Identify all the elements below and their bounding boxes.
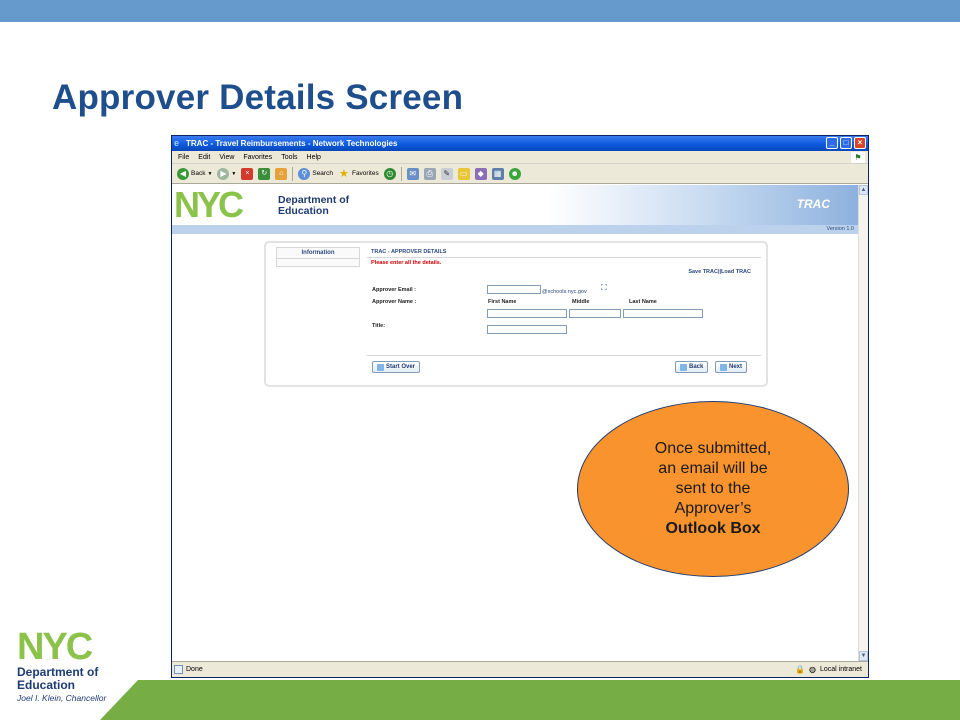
- folder-icon[interactable]: ▭: [457, 167, 470, 180]
- callout-line-3: sent to the: [675, 480, 751, 497]
- last-name-label: Last Name: [629, 299, 657, 305]
- messenger-icon[interactable]: ◆: [474, 167, 487, 180]
- search-button[interactable]: ⚲ Search: [298, 166, 333, 182]
- first-name-label: First Name: [488, 299, 517, 305]
- doe-name: Department of Education: [278, 194, 350, 217]
- mail-icon[interactable]: ✉: [406, 167, 419, 180]
- tab-information[interactable]: Information: [277, 248, 359, 259]
- callout-line-1: Once submitted,: [654, 440, 772, 457]
- status-done: Done: [186, 666, 203, 673]
- vertical-scrollbar[interactable]: ▲ ▼: [858, 185, 868, 661]
- refresh-icon[interactable]: ↻: [258, 167, 271, 180]
- menu-edit[interactable]: Edit: [198, 151, 210, 163]
- home-icon[interactable]: ⌂: [275, 167, 288, 180]
- form-message: Please enter all the details.: [371, 260, 442, 266]
- back-arrow-icon: [680, 363, 687, 371]
- chevron-down-icon: ▼: [231, 170, 237, 177]
- research-icon[interactable]: ▦: [491, 167, 504, 180]
- minimize-icon[interactable]: _: [826, 137, 838, 149]
- menu-favorites[interactable]: Favorites: [243, 151, 272, 163]
- approver-form: TRAC - APPROVER DETAILS Please enter all…: [367, 247, 761, 381]
- back-button[interactable]: ◀ Back ▼: [177, 166, 212, 182]
- window-controls: _ □ ×: [826, 137, 866, 149]
- save-load-links[interactable]: Save TRAC||Load TRAC: [688, 269, 751, 275]
- favorites-button[interactable]: ★ Favorites: [338, 166, 379, 182]
- globe-icon: ◍: [808, 665, 816, 674]
- edit-icon[interactable]: ✎: [440, 167, 453, 180]
- binoculars-icon[interactable]: ⛶: [601, 283, 607, 293]
- middle-label: Middle: [572, 299, 590, 305]
- title-field[interactable]: [487, 325, 567, 334]
- chevron-down-icon: ▼: [207, 170, 213, 177]
- version-label: Version 1.0: [826, 226, 854, 232]
- bottom-green-bar: [100, 680, 960, 720]
- history-icon[interactable]: ◷: [383, 167, 396, 180]
- logo-dept-name: Department of Education: [17, 665, 99, 692]
- next-button[interactable]: Next: [715, 361, 748, 373]
- forward-arrow-icon: ▶: [217, 167, 230, 180]
- menu-file[interactable]: File: [178, 151, 189, 163]
- close-icon[interactable]: ×: [854, 137, 866, 149]
- page-icon: [174, 665, 183, 674]
- callout-line-5: Outlook Box: [665, 520, 761, 537]
- middle-name-field[interactable]: [569, 309, 621, 318]
- maximize-icon[interactable]: □: [840, 137, 852, 149]
- info-sidebar: Information: [276, 247, 360, 267]
- menu-tools[interactable]: Tools: [281, 151, 297, 163]
- top-accent-bar: [0, 0, 960, 22]
- form-heading: TRAC - APPROVER DETAILS: [367, 247, 761, 258]
- doe-header: NYC Department of Education TRAC: [172, 185, 858, 225]
- callout-line-2: an email will be: [658, 460, 768, 477]
- scroll-down-icon[interactable]: ▼: [859, 651, 868, 661]
- forward-button[interactable]: ▶ ▼: [217, 166, 236, 182]
- logo-nyc: NYC: [17, 626, 93, 668]
- status-bar: Done 🔒 ◍ Local intranet: [172, 661, 868, 677]
- form-panel: Information TRAC - APPROVER DETAILS Plea…: [264, 241, 768, 387]
- callout-line-4: Approver’s: [674, 500, 752, 517]
- windows-flag-icon: ⚑: [851, 152, 865, 163]
- search-icon: ⚲: [298, 167, 311, 180]
- lock-icon: 🔒: [795, 665, 805, 674]
- header-subbar: [172, 225, 858, 234]
- trac-logo: TRAC: [796, 197, 830, 211]
- browser-title: TRAC - Travel Reimbursements - Network T…: [186, 139, 398, 148]
- next-arrow-icon: [720, 363, 727, 371]
- print-icon[interactable]: ⎙: [423, 167, 436, 180]
- menu-view[interactable]: View: [219, 151, 234, 163]
- back-arrow-icon: ◀: [177, 167, 189, 180]
- toolbar-separator: [292, 166, 294, 181]
- stop-icon[interactable]: ×: [241, 167, 254, 180]
- scroll-up-icon[interactable]: ▲: [859, 185, 868, 195]
- doe-nyc-logo: NYC: [174, 185, 244, 225]
- menu-help[interactable]: Help: [307, 151, 321, 163]
- slide: Approver Details Screen e TRAC - Travel …: [0, 0, 960, 720]
- star-icon: ★: [339, 167, 349, 180]
- slide-title: Approver Details Screen: [52, 78, 464, 117]
- refresh-icon: [377, 363, 384, 371]
- title-label: Title:: [372, 323, 386, 329]
- browser-toolbar: ◀ Back ▼ ▶ ▼ × ↻ ⌂ ⚲ Search ★ Favorites …: [172, 164, 868, 184]
- logo-chancellor: Joel I. Klein, Chancellor: [17, 693, 107, 703]
- zone-label: Local intranet: [819, 666, 862, 673]
- email-label: Approver Email :: [372, 287, 417, 293]
- callout-bubble: Once submitted, an email will be sent to…: [577, 401, 849, 577]
- users-icon[interactable]: ☻: [508, 167, 521, 180]
- start-over-button[interactable]: Start Over: [372, 361, 421, 373]
- back-page-button[interactable]: Back: [675, 361, 709, 373]
- last-name-field[interactable]: [623, 309, 703, 318]
- browser-titlebar: e TRAC - Travel Reimbursements - Network…: [172, 136, 868, 151]
- toolbar-separator: [400, 166, 402, 181]
- email-domain: @schools.nyc.gov: [542, 289, 587, 295]
- name-label: Approver Name :: [372, 299, 417, 305]
- nyc-doe-logo: NYC Department of Education Joel I. Klei…: [17, 626, 127, 712]
- ie-icon: e: [174, 138, 180, 148]
- form-divider: [367, 355, 761, 356]
- first-name-field[interactable]: [487, 309, 567, 318]
- security-zone: 🔒 ◍ Local intranet: [795, 662, 862, 677]
- email-field[interactable]: [487, 285, 541, 294]
- menu-bar: File Edit View Favorites Tools Help ⚑: [172, 151, 868, 164]
